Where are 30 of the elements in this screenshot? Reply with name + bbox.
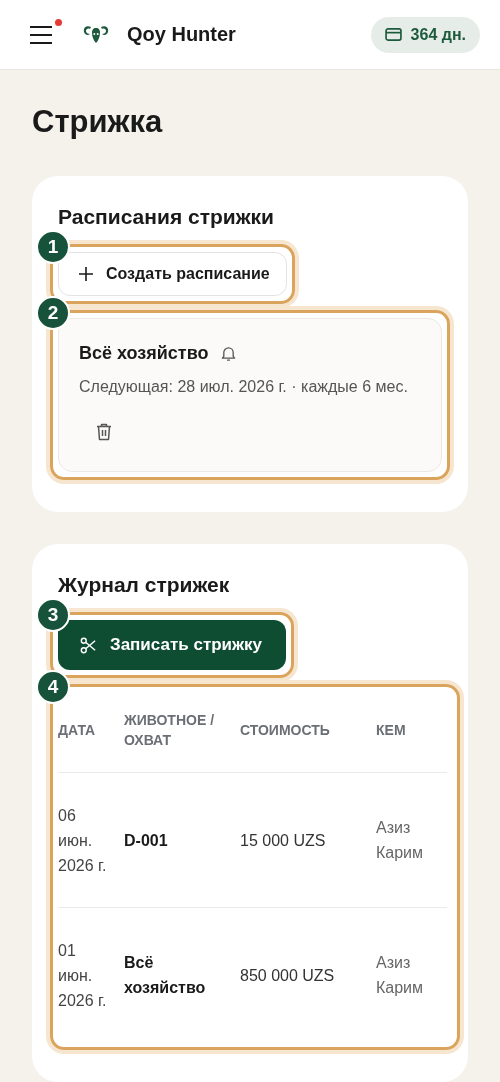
section-title: Расписания стрижки xyxy=(58,204,275,230)
scissors-icon xyxy=(80,636,97,654)
trash-icon[interactable] xyxy=(96,423,112,441)
subscription-badge[interactable]: 364 дн. xyxy=(370,16,480,53)
card-icon xyxy=(384,28,402,41)
schedule-details: Следующая: 28 июл. 2026 г. · каждые 6 мес. xyxy=(79,377,409,397)
schedule-name: Всё хозяйство xyxy=(79,343,209,364)
table-cell-text: 850 000 UZS xyxy=(240,965,336,986)
step-badge: 4 xyxy=(36,670,70,704)
step-badge: 1 xyxy=(36,230,70,264)
plus-icon xyxy=(79,267,93,281)
section-title: Журнал стрижек xyxy=(58,572,231,598)
table-cell-text: Азиз Карим xyxy=(376,953,425,998)
column-header: СТОИМОСТЬ xyxy=(240,721,331,740)
column-header: ЖИВОТНОЕ / ОХВАТ xyxy=(124,711,216,750)
step-badge: 3 xyxy=(36,598,70,632)
app-name: Qoy Hunter xyxy=(127,23,236,46)
menu-icon[interactable] xyxy=(29,24,53,45)
column-header: КЕМ xyxy=(376,721,407,740)
step-badge: 2 xyxy=(36,296,70,330)
record-shearing-button[interactable]: Записать стрижку xyxy=(58,620,287,670)
table-cell-text: 01 июн. 2026 г. xyxy=(58,940,108,1011)
table-cell-text: 06 июн. 2026 г. xyxy=(58,805,108,876)
page-title: Стрижка xyxy=(32,103,164,141)
table-cell-text: Всё хозяйство xyxy=(124,953,207,998)
table-cell-text: D-001 xyxy=(124,830,169,851)
column-header: ДАТА xyxy=(58,721,97,740)
create-schedule-button[interactable]: Создать расписание xyxy=(58,252,287,296)
table-cell-text: 15 000 UZS xyxy=(240,830,327,851)
table-cell-text: Азиз Карим xyxy=(376,818,425,863)
